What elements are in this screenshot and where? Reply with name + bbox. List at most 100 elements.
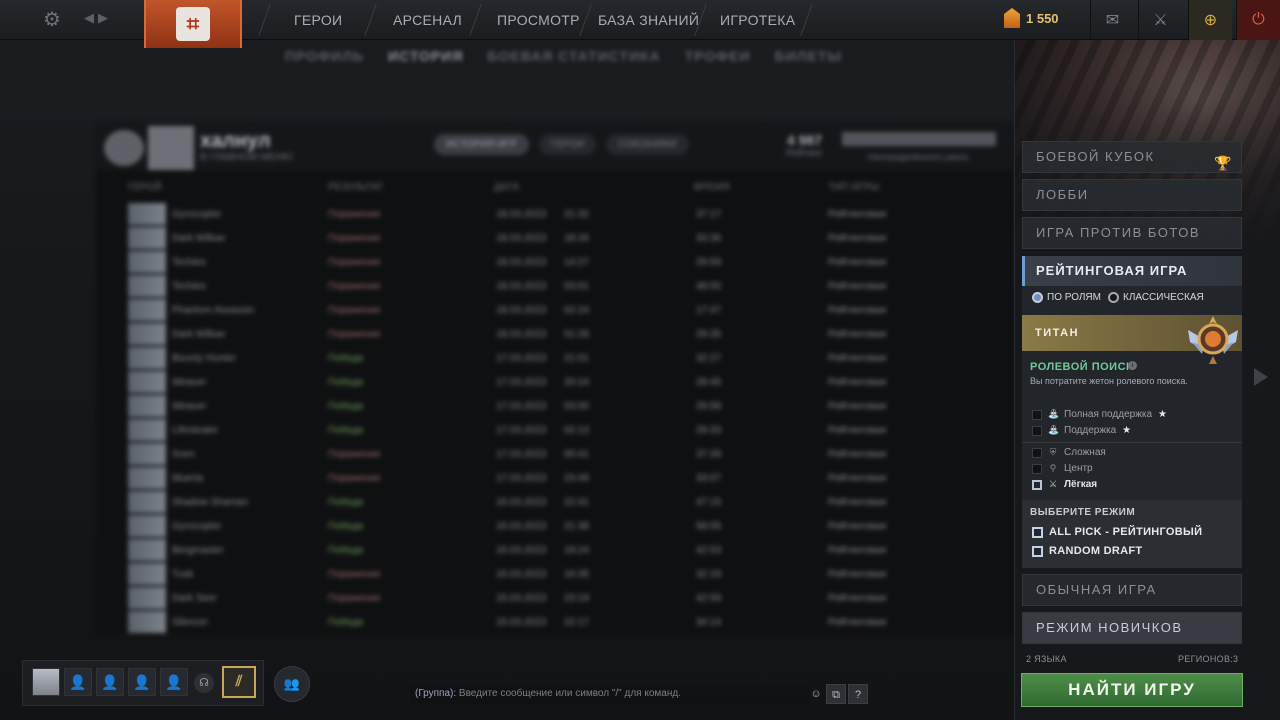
party-slot-self[interactable] [32,668,60,696]
hero-portrait [128,587,166,609]
table-row[interactable]: Bergmaster Победа 16.03.2023 19:24 42:53 Рейт… [96,538,1014,562]
tab-heroes[interactable]: ГЕРОИ [538,134,597,155]
gear-icon[interactable]: ⚙ [40,8,64,32]
power-icon[interactable]: ⏻ [1236,0,1280,40]
hero-name: Bergmaster [172,545,224,556]
tab-match-history[interactable]: ИСТОРИЯ ИГР [434,134,529,155]
checkbox[interactable] [1032,545,1043,557]
chat-window-icon[interactable]: ⧉ [826,684,846,704]
party-slot-empty[interactable]: 👤 [160,668,188,696]
find-game-button[interactable]: НАЙТИ ИГРУ [1021,673,1243,707]
col-duration[interactable]: ВРЕМЯ [694,182,730,193]
role-safelane[interactable]: ⚔ Лёгкая [1032,479,1097,490]
nav-arcade[interactable]: ИГРОТЕКА [720,0,795,40]
friends-icon[interactable]: 👥 [274,666,310,702]
battle-cup-label: БОЕВОЙ КУБОК [1036,149,1155,164]
radio-classic[interactable]: КЛАССИЧЕСКАЯ [1108,292,1204,303]
headset-icon[interactable]: ☊ [194,673,214,693]
offlane-icon: ⛨ [1049,447,1057,457]
chat-input[interactable]: (Группа): Введите сообщение или символ "… [410,684,810,704]
regions-link[interactable]: РЕГИОНОВ:3 [1178,654,1238,664]
ticket-icon[interactable]: ⫽ [222,666,256,698]
table-row[interactable]: Weaver Победа 17.03.2023 03:00 29:58 Рейтинго… [96,394,1014,418]
role-support[interactable]: ⛲ Поддержка ★ [1032,425,1131,436]
bots-button[interactable]: ИГРА ПРОТИВ БОТОВ [1022,217,1242,249]
table-row[interactable]: Sven Поражение 17.03.2023 00:41 37:39 Рейтинг… [96,442,1014,466]
subnav-profile[interactable]: ПРОФИЛЬ [285,48,364,64]
lobby-button[interactable]: ЛОББИ [1022,179,1242,211]
table-row[interactable]: Muerta Поражение 17.03.2023 23:49 33:07 Рейти… [96,466,1014,490]
match-type: Рейтинговая [828,305,887,316]
mail-icon[interactable]: ✉ [1090,0,1134,40]
ranked-game-header[interactable]: РЕЙТИНГОВАЯ ИГРА [1022,256,1242,286]
match-result: Поражение [328,257,381,268]
table-row[interactable]: Weaver Победа 17.03.2023 20:24 28:45 Рейтинго… [96,370,1014,394]
arrow-left-icon[interactable]: ◀ [84,10,98,25]
table-row[interactable]: Dark Willow Поражение 18.03.2023 01:28 29:35… [96,322,1014,346]
table-row[interactable]: Techies Поражение 18.03.2023 03:01 48:00 Рейт… [96,274,1014,298]
match-type: Рейтинговая [828,425,887,436]
table-row[interactable]: Silencer Победа 15.03.2023 22:17 34:14 Рейтин… [96,610,1014,634]
plus-icon[interactable]: ⊕ [1188,0,1232,40]
checkbox[interactable] [1032,463,1042,474]
languages-link[interactable]: 2 ЯЗЫКА [1026,654,1067,664]
profile-band [0,78,1014,122]
table-row[interactable]: Shadow Shaman Победа 16.03.2023 22:41 47:15 Р… [96,490,1014,514]
match-date: 17.03.2023 [496,377,547,388]
role-hard-support[interactable]: ⛲ Полная поддержка ★ [1032,409,1167,420]
subnav-tickets[interactable]: БИЛЕТЫ [775,48,843,64]
table-row[interactable]: Gyrocopter Поражение 18.03.2023 21:32 37:17 Р… [96,202,1014,226]
role-offlane[interactable]: ⛨ Сложная [1032,447,1106,458]
table-row[interactable]: Tusk Поражение 16.03.2023 16:35 32:19 Рейтинг… [96,562,1014,586]
battle-cup-button[interactable]: БОЕВОЙ КУБОК 🏆 [1022,141,1242,173]
subnav-trophies[interactable]: ТРОФЕИ [685,48,751,64]
panel-expand-arrow-icon[interactable] [1254,368,1268,386]
nav-arsenal[interactable]: АРСЕНАЛ [393,0,462,40]
col-hero[interactable]: ГЕРОЙ [128,182,162,193]
checkbox[interactable] [1032,425,1042,436]
table-row[interactable]: Dark Seer Поражение 15.03.2023 23:19 42:59 Ре… [96,586,1014,610]
emoji-icon[interactable]: ☺ [806,684,826,704]
sword-icon[interactable]: ⚔ [1138,0,1182,40]
nav-knowledge-base[interactable]: БАЗА ЗНАНИЙ [598,0,699,40]
checkbox[interactable] [1032,447,1042,458]
nav-heroes[interactable]: ГЕРОИ [294,0,342,40]
match-time: 02:13 [564,425,590,436]
unranked-button[interactable]: ОБЫЧНАЯ ИГРА [1022,574,1242,606]
table-row[interactable]: Gyrocopter Победа 16.03.2023 21:38 58:05 Рейт… [96,514,1014,538]
hero-name: Techies [172,257,206,268]
dota-logo-button[interactable]: ⌗ [144,0,242,48]
help-button[interactable]: ? [848,684,868,704]
col-result[interactable]: РЕЗУЛЬТАТ [328,182,383,193]
table-row[interactable]: Lifestealer Победа 17.03.2023 02:13 29:33 Рей… [96,418,1014,442]
party-slot-empty[interactable]: 👤 [64,668,92,696]
table-row[interactable]: Techies Поражение 18.03.2023 14:27 29:59 Рейт… [96,250,1014,274]
role-mid[interactable]: ⚲ Центр [1032,463,1093,474]
checkbox[interactable] [1032,526,1043,538]
mode-random-draft[interactable]: RANDOM DRAFT [1032,545,1142,557]
match-type: Рейтинговая [828,449,887,460]
nav-watch[interactable]: ПРОСМОТР [497,0,580,40]
avatar[interactable] [148,126,194,170]
checkbox[interactable] [1032,409,1042,420]
currency-display[interactable]: 1 550 [1004,8,1059,28]
match-result: Поражение [328,329,381,340]
table-row[interactable]: Bounty Hunter Победа 17.03.2023 21:01 32:27 Р… [96,346,1014,370]
match-history-header: халнул В ГЛАВНОМ МЕНЮ ИСТОРИЯ ИГР ГЕРОИ … [96,122,1014,170]
arrow-right-icon[interactable]: ▶ [98,10,112,25]
checkbox-checked[interactable] [1032,479,1042,490]
radio-by-roles[interactable]: ПО РОЛЯМ [1032,292,1101,303]
col-type[interactable]: ТИП ИГРЫ [828,182,879,193]
tab-allies[interactable]: СОЮЗНИКИ [606,134,689,155]
col-date[interactable]: ДАТА [494,182,519,193]
mode-all-pick[interactable]: ALL PICK - РЕЙТИНГОВЫЙ [1032,526,1202,538]
table-row[interactable]: Dark Willow Поражение 18.03.2023 18:26 33:36… [96,226,1014,250]
subnav-history[interactable]: ИСТОРИЯ [388,48,463,64]
table-row[interactable]: Phantom Assassin Поражение 18.03.2023 02:24… [96,298,1014,322]
subnav-battle-stats[interactable]: БОЕВАЯ СТАТИСТИКА [487,48,660,64]
newbie-mode-button[interactable]: РЕЖИМ НОВИЧКОВ [1022,612,1242,644]
party-slot-empty[interactable]: 👤 [96,668,124,696]
party-slot-empty[interactable]: 👤 [128,668,156,696]
match-duration: 48:00 [696,281,722,292]
info-icon[interactable]: i [1128,361,1137,370]
